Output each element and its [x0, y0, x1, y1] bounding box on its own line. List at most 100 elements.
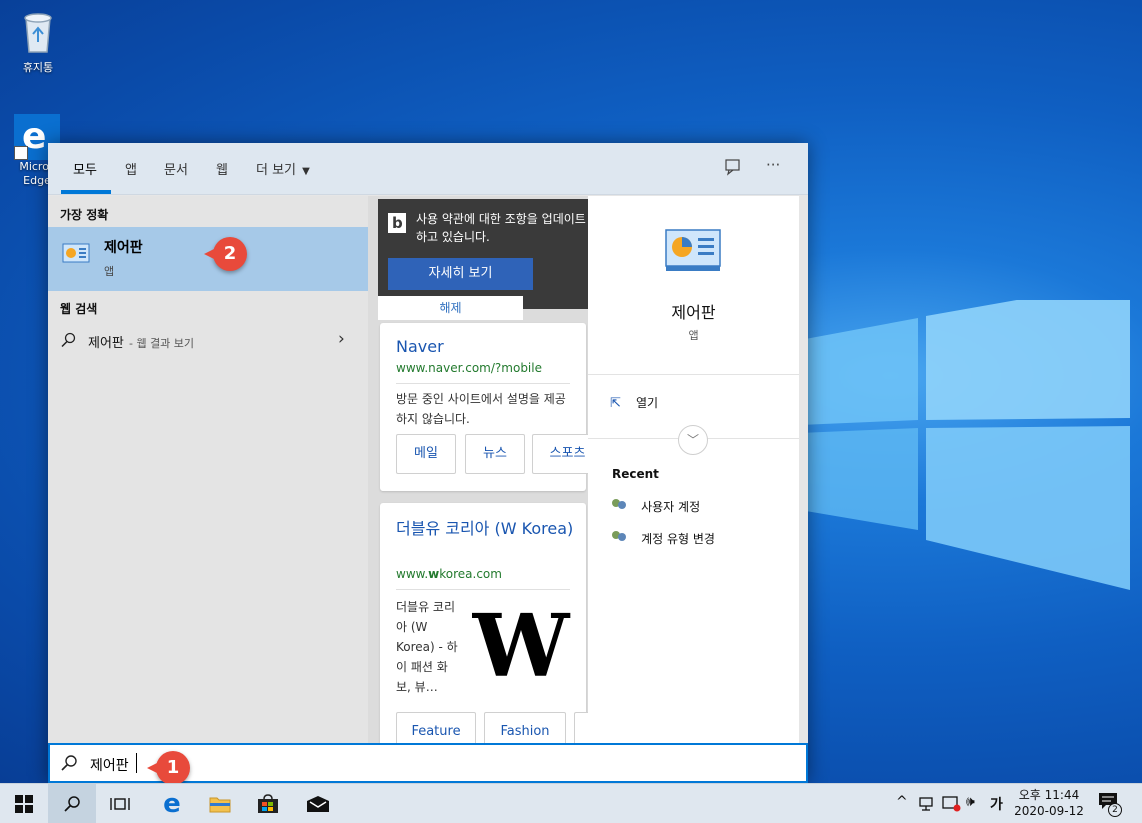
detail-subtitle: 앱 — [688, 329, 699, 342]
best-match-subtitle: 앱 — [104, 265, 115, 278]
more-options-icon[interactable]: ··· — [766, 156, 780, 174]
notification-count-badge: 2 — [1108, 803, 1122, 817]
quick-link-button[interactable]: 뉴스 — [465, 434, 525, 474]
tab-web[interactable]: 웹 — [216, 159, 228, 178]
quick-link-button[interactable]: 메일 — [396, 434, 456, 474]
windows-logo-wallpaper — [800, 300, 1130, 590]
control-panel-large-icon — [665, 229, 721, 271]
taskbar-file-explorer-button[interactable] — [196, 784, 244, 823]
tab-documents[interactable]: 문서 — [164, 159, 188, 178]
card-title[interactable]: 더블유 코리아 (W Korea) — [396, 517, 576, 541]
expand-button[interactable]: ﹀ — [678, 425, 708, 455]
store-icon — [258, 794, 278, 813]
card-url: www.naver.com/?mobile — [396, 361, 542, 375]
recent-item-label: 사용자 계정 — [641, 500, 701, 514]
network-icon[interactable] — [918, 796, 936, 812]
taskbar-edge-button[interactable]: e — [148, 784, 196, 823]
divider — [396, 383, 570, 384]
card-url: www.wkorea.com — [396, 567, 502, 581]
quick-link-button[interactable]: 스포츠 — [532, 434, 588, 474]
card-url-bold: w — [428, 567, 440, 581]
ime-indicator[interactable]: 가 — [990, 794, 1003, 814]
results-list: 가장 정확 제어판 앱 웹 검색 제어판 - 웹 결과 보기 › — [48, 196, 368, 744]
search-panel: 모두 앱 문서 웹 더 보기 ▼ ··· 가장 정확 제어판 앱 웹 검색 제어… — [48, 143, 808, 783]
card-url-prefix: www. — [396, 567, 429, 581]
clock-time: 오후 11:44 — [1018, 788, 1080, 802]
action-center-button[interactable]: 2 — [1098, 792, 1124, 818]
system-clock[interactable]: 오후 11:44 2020-09-12 — [1014, 787, 1084, 819]
taskbar-store-button[interactable] — [244, 784, 292, 823]
taskbar-mail-button[interactable] — [294, 784, 342, 823]
recording-icon[interactable] — [942, 795, 962, 813]
recent-item[interactable]: 사용자 계정 — [612, 496, 700, 515]
volume-icon[interactable]: 🕪 — [966, 794, 975, 810]
users-icon — [612, 497, 628, 511]
recent-heading: Recent — [612, 467, 659, 481]
active-tab-indicator — [61, 190, 111, 194]
text-caret — [136, 753, 137, 773]
tab-apps[interactable]: 앱 — [125, 159, 137, 178]
web-search-heading: 웹 검색 — [60, 302, 98, 316]
search-icon — [64, 796, 80, 812]
control-panel-icon — [62, 243, 90, 263]
chevron-up-icon[interactable]: ^ — [896, 794, 908, 810]
tab-more-label: 더 보기 — [256, 163, 297, 178]
step-marker-2: 2 — [204, 237, 247, 271]
card-description: 더블유 코리아 (W Korea) - 하이 패션 화보, 뷰… — [396, 600, 458, 694]
task-view-button[interactable] — [96, 784, 144, 823]
open-label: 열기 — [636, 396, 659, 410]
feedback-icon[interactable] — [724, 158, 742, 180]
bing-notice-text: 사용 약관에 대한 조항을 업데이트하고 있습니다. — [416, 212, 586, 244]
search-icon — [60, 332, 76, 352]
chevron-down-icon: ▼ — [302, 166, 310, 177]
quick-link-button[interactable]: Fashion — [484, 712, 566, 744]
mail-icon — [307, 796, 329, 812]
search-tab-bar: 모두 앱 문서 웹 더 보기 ▼ ··· — [48, 143, 808, 195]
web-search-suffix: - 웹 결과 보기 — [128, 337, 195, 350]
site-logo-image: W — [472, 597, 570, 697]
edge-icon: e — [163, 789, 181, 819]
start-button[interactable] — [0, 784, 48, 823]
best-match-heading: 가장 정확 — [60, 208, 109, 222]
folder-icon — [209, 797, 231, 813]
bing-logo-icon: b — [388, 213, 406, 233]
web-result-card[interactable]: 더블유 코리아 (W Korea) www.wkorea.com 더블유 코리아… — [380, 503, 588, 744]
divider — [588, 374, 799, 375]
users-icon — [612, 529, 628, 543]
divider — [396, 589, 570, 590]
open-action[interactable]: ⇱ 열기 — [610, 392, 658, 411]
taskbar-search-button[interactable] — [48, 784, 96, 823]
bing-notice-banner: b 사용 약관에 대한 조항을 업데이트하고 있습니다. 자세히 보기 — [378, 199, 588, 309]
site-logo-letter: W — [472, 596, 570, 697]
card-description: 방문 중인 사이트에서 설명을 제공하지 않습니다. — [396, 392, 566, 426]
task-view-icon — [110, 798, 130, 810]
taskbar: e ^ 🕪 가 오후 11:44 2020-09-12 2 — [0, 783, 1142, 823]
web-search-query: 제어판 — [88, 336, 124, 351]
detail-title: 제어판 — [671, 303, 716, 322]
search-icon — [60, 754, 78, 776]
recycle-bin-desktop-icon[interactable]: 휴지통 — [3, 8, 73, 75]
clock-date: 2020-09-12 — [1014, 804, 1084, 818]
detail-pane: 제어판 앱 ⇱ 열기 ﹀ Recent 사용자 계정 계정 유형 변경 — [588, 196, 799, 744]
web-preview-column: b 사용 약관에 대한 조항을 업데이트하고 있습니다. 자세히 보기 해제 N… — [368, 196, 588, 744]
open-icon: ⇱ — [610, 396, 621, 411]
recycle-bin-label: 휴지통 — [22, 61, 54, 74]
learn-more-button[interactable]: 자세히 보기 — [388, 258, 533, 290]
web-search-result[interactable]: 제어판 - 웹 결과 보기 › — [48, 326, 368, 356]
chevron-down-icon: ﹀ — [686, 433, 699, 447]
quick-link-button[interactable]: Feature — [396, 712, 476, 744]
tab-all[interactable]: 모두 — [73, 159, 97, 178]
search-input-value: 제어판 — [90, 758, 129, 774]
recycle-bin-icon — [24, 13, 52, 53]
dismiss-button[interactable]: 해제 — [378, 296, 523, 320]
quick-link-button[interactable] — [574, 712, 588, 744]
chevron-right-icon: › — [338, 329, 345, 349]
card-title[interactable]: Naver — [396, 337, 444, 356]
best-match-title: 제어판 — [104, 240, 143, 256]
windows-start-icon — [15, 795, 33, 813]
shortcut-arrow-icon — [14, 146, 28, 160]
step-marker-1: 1 — [147, 751, 190, 785]
web-result-card[interactable]: Naver www.naver.com/?mobile 방문 중인 사이트에서 … — [380, 323, 588, 491]
recent-item[interactable]: 계정 유형 변경 — [612, 528, 715, 547]
tab-more[interactable]: 더 보기 ▼ — [256, 159, 310, 178]
